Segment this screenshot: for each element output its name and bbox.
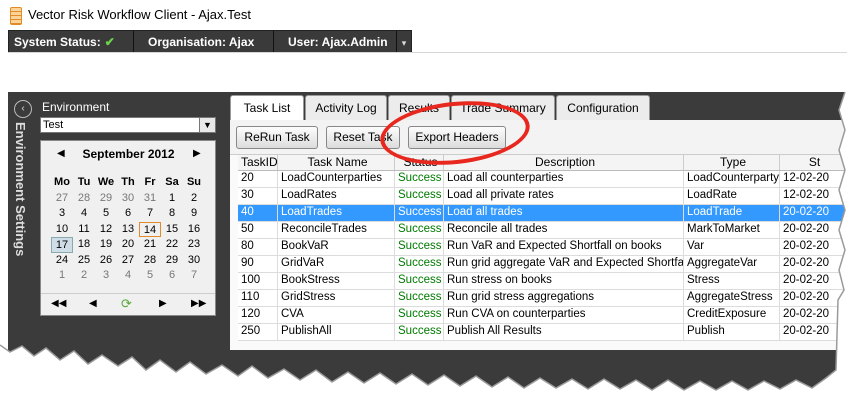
torn-edge-overlay <box>0 91 847 405</box>
